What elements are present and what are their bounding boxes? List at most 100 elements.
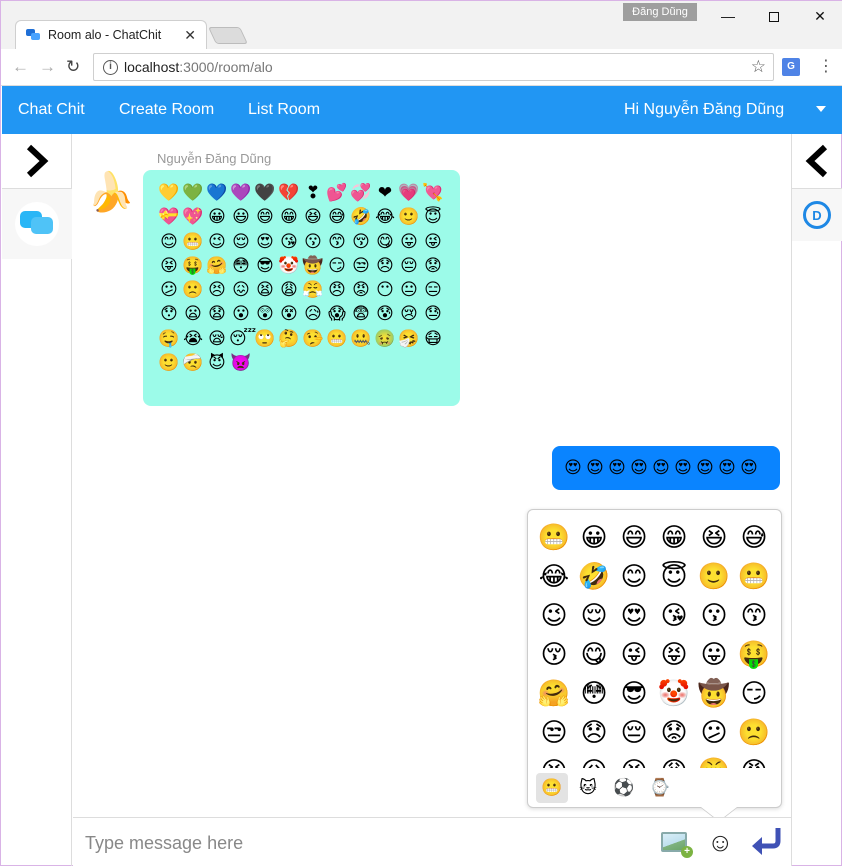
message-emoji: 💙 <box>206 183 228 202</box>
bookmark-star-icon[interactable]: ☆ <box>751 57 766 77</box>
close-window-button[interactable]: ✕ <box>797 1 842 31</box>
message-emoji: 😍 <box>718 458 736 477</box>
message-emoji: 💝 <box>158 207 180 227</box>
picker-emoji[interactable]: 😅 <box>734 518 774 557</box>
picker-emoji[interactable]: 😌 <box>574 596 614 635</box>
expand-right-sidebar-button[interactable] <box>792 134 842 189</box>
picker-emoji[interactable]: 😀 <box>574 518 614 557</box>
picker-emoji[interactable]: 😇 <box>654 557 694 596</box>
picker-emoji[interactable]: 😜 <box>614 635 654 674</box>
picker-emoji[interactable]: 😣 <box>534 752 574 768</box>
caret-down-icon[interactable] <box>816 106 826 112</box>
url-field[interactable]: i localhost:3000/room/alo ☆ <box>93 53 774 81</box>
minimize-button[interactable]: — <box>705 1 751 31</box>
picker-emoji[interactable]: 😘 <box>654 596 694 635</box>
emoji-category-tabs: 😬 🐱 ⚽ ⌚ <box>536 773 676 803</box>
forward-arrow-icon[interactable]: → <box>39 57 56 77</box>
message-emoji: 🤗 <box>206 255 228 275</box>
picker-emoji[interactable]: 😫 <box>614 752 654 768</box>
info-icon[interactable]: i <box>103 59 118 75</box>
expand-left-sidebar-button[interactable] <box>2 134 72 189</box>
sent-message-bubble: 😍 😍 😍 😍 😍 😍 😍 😍 😍 <box>552 446 780 490</box>
picker-emoji[interactable]: 😍 <box>614 596 654 635</box>
picker-emoji[interactable]: 😁 <box>654 518 694 557</box>
picker-emoji[interactable]: 😟 <box>654 713 694 752</box>
objects-tab[interactable]: ⌚ <box>644 773 676 803</box>
user-greeting-dropdown[interactable]: Hi Nguyễn Đăng Dũng <box>624 101 784 119</box>
picker-emoji[interactable]: 🤡 <box>654 674 694 713</box>
picker-emoji[interactable]: 😕 <box>694 713 734 752</box>
picker-emoji[interactable]: 😚 <box>534 635 574 674</box>
sports-tab[interactable]: ⚽ <box>608 773 640 803</box>
emoji-toggle-icon[interactable]: ☺ <box>707 828 734 856</box>
picker-emoji[interactable]: 🤠 <box>694 674 734 713</box>
message-emoji: 🤣 <box>350 207 372 227</box>
message-emoji: 😌 <box>232 231 250 251</box>
picker-emoji[interactable]: 😒 <box>534 713 574 752</box>
picker-emoji[interactable]: 😛 <box>694 635 734 674</box>
picker-emoji[interactable]: 😂 <box>534 557 574 596</box>
list-room-link[interactable]: List Room <box>248 101 320 119</box>
picker-emoji[interactable]: 😗 <box>694 596 734 635</box>
picker-emoji[interactable]: 😆 <box>694 518 734 557</box>
picker-emoji[interactable]: 😩 <box>654 752 694 768</box>
online-user-item[interactable]: D <box>792 189 842 241</box>
reload-icon[interactable]: ↻ <box>66 57 80 77</box>
picker-emoji[interactable]: 😎 <box>614 674 654 713</box>
message-emoji: 💗 <box>398 183 420 202</box>
translate-icon[interactable]: G <box>782 58 800 76</box>
url-host: localhost <box>124 59 180 75</box>
picker-emoji[interactable]: 🙂 <box>694 557 734 596</box>
picker-emoji[interactable]: 😔 <box>614 713 654 752</box>
new-tab-button[interactable] <box>208 27 248 44</box>
picker-emoji[interactable]: 😠 <box>734 752 774 768</box>
picker-emoji[interactable]: 🤗 <box>534 674 574 713</box>
picker-emoji[interactable]: 😳 <box>574 674 614 713</box>
send-enter-icon[interactable] <box>749 824 783 858</box>
message-sender-name: Nguyễn Đăng Dũng <box>157 151 272 166</box>
picker-emoji[interactable]: 😬 <box>534 518 574 557</box>
image-upload-icon[interactable] <box>661 832 693 858</box>
picker-emoji[interactable]: 😉 <box>534 596 574 635</box>
message-emoji: 😇 <box>424 207 442 227</box>
message-emoji: 😲 <box>256 304 274 324</box>
message-emoji: 😈 <box>208 353 226 373</box>
picker-emoji[interactable]: 😄 <box>614 518 654 557</box>
maximize-button[interactable] <box>751 1 797 31</box>
browser-tab[interactable]: Room alo - ChatChit ✕ <box>15 20 207 49</box>
people-tab[interactable]: 😬 <box>536 773 568 803</box>
create-room-link[interactable]: Create Room <box>119 101 214 119</box>
picker-emoji[interactable]: 🤣 <box>574 557 614 596</box>
message-emoji: 🤠 <box>302 255 324 275</box>
message-emoji: 😛 <box>400 231 418 251</box>
picker-emoji[interactable]: 😬 <box>734 557 774 596</box>
profile-chip[interactable]: Đăng Dũng <box>623 3 697 21</box>
app-navbar: Chat Chit Create Room List Room Hi Nguyễ… <box>2 86 842 134</box>
picker-emoji[interactable]: 🤑 <box>734 635 774 674</box>
animals-tab[interactable]: 🐱 <box>572 773 604 803</box>
brand-link[interactable]: Chat Chit <box>18 101 85 119</box>
tab-close-icon[interactable]: ✕ <box>184 27 196 44</box>
message-emoji: 😕 <box>160 280 178 300</box>
picker-emoji[interactable]: 😞 <box>574 713 614 752</box>
message-emoji: 😐 <box>400 280 418 300</box>
picker-emoji[interactable]: 😙 <box>734 596 774 635</box>
browser-menu-icon[interactable]: ⋮ <box>818 56 834 76</box>
chat-favicon-icon <box>26 29 40 41</box>
message-emoji: 😢 <box>400 304 418 324</box>
message-input[interactable] <box>73 818 643 866</box>
back-arrow-icon[interactable]: ← <box>12 57 29 77</box>
message-emoji: 😧 <box>208 304 226 324</box>
picker-emoji[interactable]: 😊 <box>614 557 654 596</box>
message-emoji: 😶 <box>376 280 394 300</box>
room-list-item[interactable] <box>2 189 72 259</box>
picker-emoji[interactable]: 😋 <box>574 635 614 674</box>
message-emoji: 😃 <box>232 207 250 227</box>
picker-emoji[interactable]: 😤 <box>694 752 734 768</box>
emoji-picker: 😬😀😄😁😆😅😂🤣😊😇🙂😬😉😌😍😘😗😙😚😋😜😝😛🤑🤗😳😎🤡🤠😏😒😞😔😟😕🙁😣😖😫😩… <box>527 509 782 808</box>
picker-emoji[interactable]: 😝 <box>654 635 694 674</box>
message-emoji: 😍 <box>674 458 692 477</box>
picker-emoji[interactable]: 😖 <box>574 752 614 768</box>
picker-emoji[interactable]: 🙁 <box>734 713 774 752</box>
picker-emoji[interactable]: 😏 <box>734 674 774 713</box>
